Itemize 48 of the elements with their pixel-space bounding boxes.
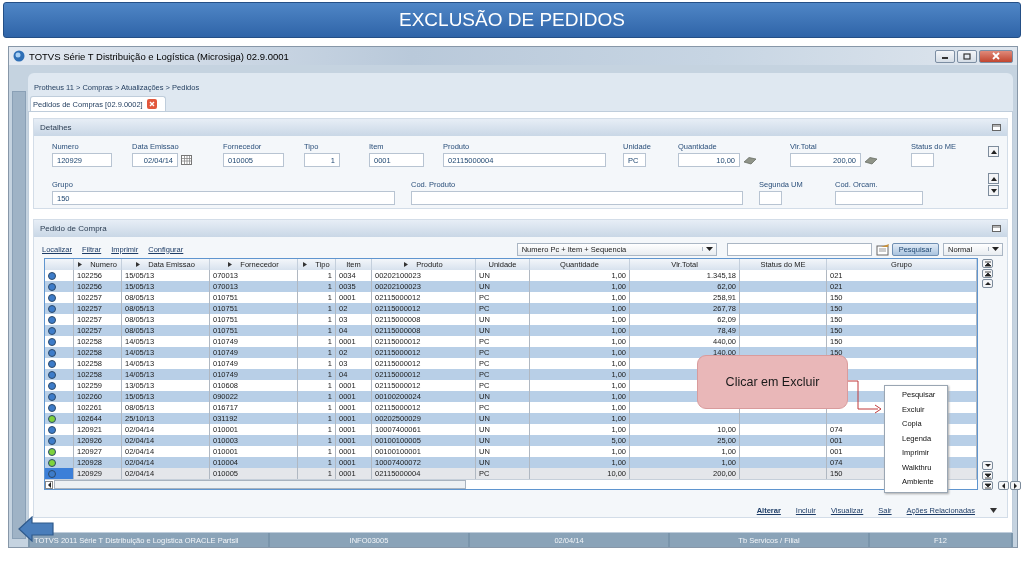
arrow-down-icon <box>983 462 992 469</box>
page-up-button[interactable] <box>982 269 993 278</box>
close-icon <box>992 52 1000 60</box>
maximize-button[interactable] <box>957 49 977 63</box>
scrollbar-thumb[interactable] <box>54 480 466 489</box>
input-field[interactable] <box>411 191 743 205</box>
section-title: Detalhes <box>40 123 72 132</box>
sidebar-handle[interactable] <box>12 91 26 539</box>
pointer-arrow <box>848 377 882 416</box>
input-field[interactable] <box>835 191 923 205</box>
scroll-left-button[interactable] <box>45 480 53 489</box>
double-arrow-up-icon <box>983 270 992 277</box>
close-button[interactable] <box>979 49 1013 63</box>
double-arrow-down-icon <box>983 472 992 479</box>
scroll-up-button[interactable] <box>988 173 999 184</box>
slide-title: EXCLUSÃO DE PEDIDOS <box>399 9 625 31</box>
input-field[interactable] <box>759 191 782 205</box>
search-field[interactable] <box>726 242 872 256</box>
collapse-icon[interactable] <box>992 124 1001 131</box>
collapse-icon[interactable] <box>992 225 1001 232</box>
scroll-bottom-button[interactable] <box>982 481 993 490</box>
caret-icon[interactable] <box>990 508 997 513</box>
scroll-right-button[interactable] <box>1010 481 1021 490</box>
window-title: TOTVS Série T Distribuição e Logística (Microsiga) 02.9.0001 <box>29 50 290 62</box>
scroll-up-button[interactable] <box>982 279 993 288</box>
dropdown-arrow-icon <box>988 247 1002 251</box>
arrow-left-icon <box>46 480 52 489</box>
scroll-top-button[interactable] <box>982 259 993 268</box>
arrow-top-icon <box>983 260 992 267</box>
scroll-up-button[interactable] <box>988 146 999 157</box>
app-logo-icon <box>13 50 25 62</box>
notepad-icon[interactable] <box>875 242 890 256</box>
scroll-down-button[interactable] <box>982 461 993 470</box>
close-tab-button[interactable] <box>146 99 157 109</box>
maximize-icon <box>963 52 971 60</box>
input-field[interactable] <box>911 153 934 167</box>
arrow-right-icon <box>1011 482 1020 489</box>
close-icon <box>148 101 155 107</box>
page-down-button[interactable] <box>982 471 993 480</box>
section-title: Pedido de Compra <box>40 224 107 233</box>
scroll-down-button[interactable] <box>988 185 999 196</box>
minimize-button[interactable] <box>935 49 955 63</box>
dropdown-arrow-icon <box>701 247 716 251</box>
arrow-bottom-icon <box>983 482 992 489</box>
calendar-icon[interactable] <box>181 155 192 165</box>
scroll-left-button[interactable] <box>998 481 1009 490</box>
arrow-down-icon <box>989 186 998 195</box>
arrow-up-icon <box>983 280 992 287</box>
